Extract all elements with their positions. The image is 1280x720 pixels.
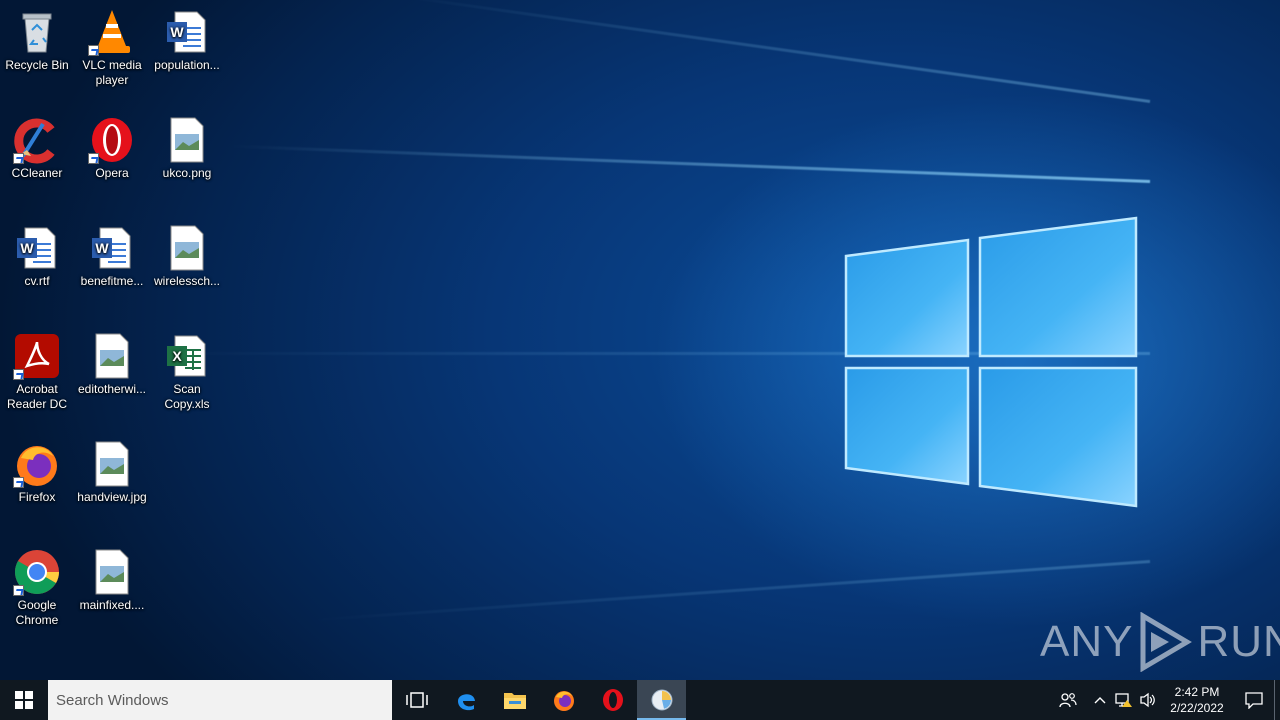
edge-icon [457, 694, 475, 711]
action-center-button[interactable] [1234, 680, 1274, 720]
firefox-icon [553, 691, 574, 711]
task-view-button[interactable] [392, 680, 441, 720]
desktop-icon-scan-copy[interactable]: X Scan Copy.xls [150, 332, 224, 412]
word-doc-icon: W [167, 11, 206, 53]
light-beam [387, 0, 1151, 103]
svg-text:W: W [95, 240, 109, 256]
light-beam [230, 144, 1151, 183]
desktop-icon-benefitme[interactable]: W benefitme... [75, 224, 149, 289]
system-tray: 2:42 PM 2/22/2022 [1048, 680, 1280, 720]
show-desktop-button[interactable] [1274, 680, 1280, 720]
chevron-up-icon [1094, 697, 1106, 704]
clock-time: 2:42 PM [1174, 685, 1220, 699]
image-file-icon [95, 333, 129, 379]
image-file-icon [170, 225, 204, 271]
desktop-icon-population[interactable]: W population... [150, 8, 224, 73]
desktop-icon-editotherwi[interactable]: editotherwi... [75, 332, 149, 397]
shortcut-arrow-icon [13, 477, 24, 488]
shortcut-arrow-icon [13, 153, 24, 164]
desktop-icon-opera[interactable]: Opera [75, 116, 149, 181]
recycle-bin-icon [22, 13, 52, 53]
start-button[interactable] [0, 680, 48, 720]
image-file-icon [95, 549, 129, 595]
volume-button[interactable] [1136, 680, 1160, 720]
network-warning-icon [1115, 693, 1132, 707]
task-view-icon [405, 692, 428, 708]
speaker-icon [1140, 692, 1155, 708]
desktop-icon-vlc[interactable]: VLC media player [75, 8, 149, 88]
play-triangle-icon [1140, 612, 1193, 672]
anyrun-watermark: ANY RUN [1040, 612, 1280, 672]
taskbar: Search Windows 2:42 PM 2/22/2022 [0, 680, 1280, 720]
desktop-icon-handview[interactable]: handview.jpg [75, 440, 149, 505]
svg-text:X: X [172, 348, 182, 364]
shortcut-arrow-icon [88, 153, 99, 164]
taskbar-file-explorer-button[interactable] [490, 680, 539, 720]
taskbar-edge-button[interactable] [441, 680, 490, 720]
desktop-icon-cv-rtf[interactable]: W cv.rtf [0, 224, 74, 289]
windows-start-icon [15, 691, 33, 709]
desktop-icon-ukco[interactable]: ukco.png [150, 116, 224, 181]
taskbar-opera-button[interactable] [588, 680, 637, 720]
file-explorer-icon [503, 693, 526, 709]
desktop-icon-recycle-bin[interactable]: Recycle Bin [0, 8, 74, 73]
desktop-icon-ccleaner[interactable]: CCleaner [0, 116, 74, 181]
shortcut-arrow-icon [88, 45, 99, 56]
image-file-icon [95, 441, 129, 487]
excel-icon: X [167, 335, 206, 377]
windows-logo [844, 216, 1138, 508]
people-icon [1059, 693, 1077, 708]
svg-text:W: W [170, 24, 184, 40]
clock-date: 2/22/2022 [1170, 701, 1224, 715]
search-box[interactable]: Search Windows [48, 680, 392, 720]
desktop-icon-mainfixed[interactable]: mainfixed.... [75, 548, 149, 613]
svg-text:W: W [20, 240, 34, 256]
taskbar-firefox-button[interactable] [539, 680, 588, 720]
desktop-icon-wirelessch[interactable]: wirelessch... [150, 224, 224, 289]
tray-people-button[interactable] [1048, 680, 1088, 720]
desktop-icon-acrobat[interactable]: Acrobat Reader DC [0, 332, 74, 412]
taskbar-active-app-button[interactable] [637, 680, 686, 720]
active-app-icon [651, 689, 672, 711]
desktop-icon-chrome[interactable]: Google Chrome [0, 548, 74, 628]
taskbar-clock[interactable]: 2:42 PM 2/22/2022 [1160, 684, 1234, 716]
desktop-wallpaper: Recycle Bin CCleaner W cv.rtf Acrobat Re… [0, 0, 1280, 680]
notification-icon [1245, 692, 1263, 709]
network-button[interactable] [1112, 680, 1136, 720]
shortcut-arrow-icon [13, 585, 24, 596]
desktop-icon-firefox[interactable]: Firefox [0, 440, 74, 505]
word-doc-icon: W [17, 227, 56, 269]
image-file-icon [170, 117, 204, 163]
opera-icon [602, 689, 623, 711]
show-hidden-icons-button[interactable] [1088, 680, 1112, 720]
search-placeholder: Search Windows [56, 691, 169, 709]
light-beam [301, 560, 1151, 623]
shortcut-arrow-icon [13, 369, 24, 380]
word-doc-icon: W [92, 227, 131, 269]
